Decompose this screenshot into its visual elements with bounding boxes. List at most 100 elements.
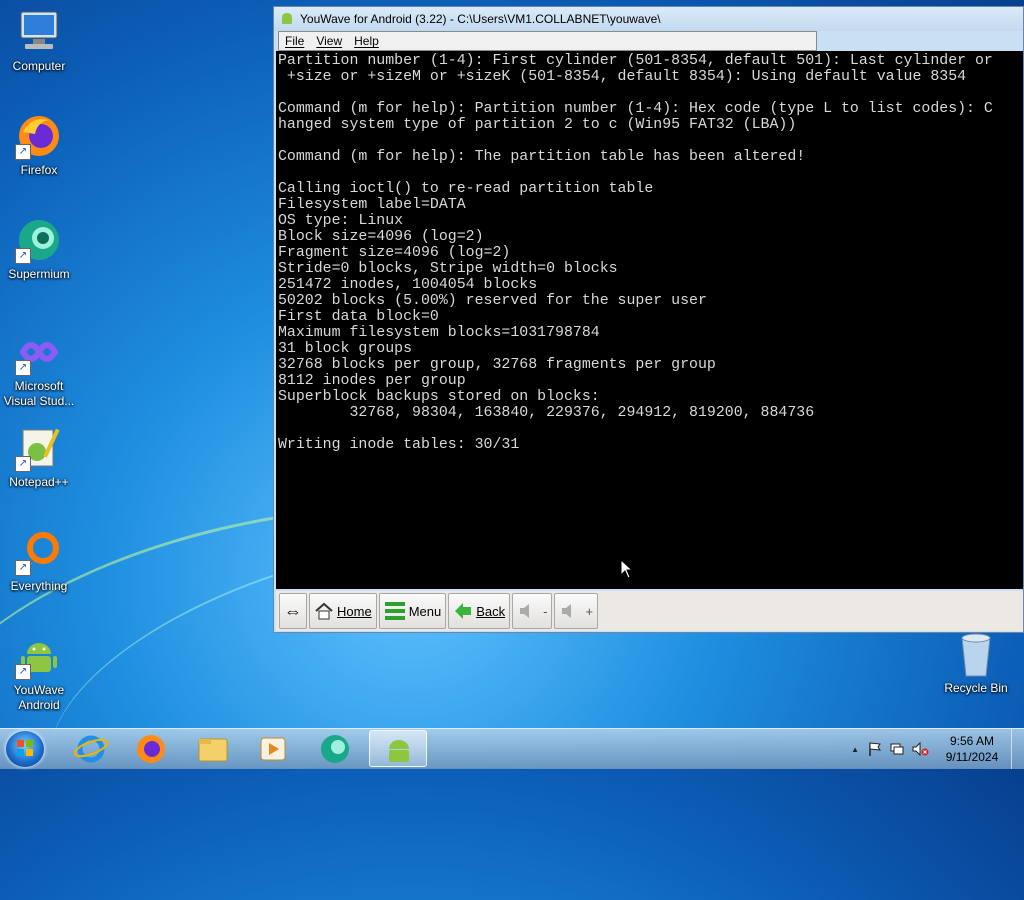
terminal-line: Partition number (1-4): First cylinder (… [278,53,993,69]
media-player-icon [260,737,286,761]
terminal-line: Fragment size=4096 (log=2) [278,245,511,261]
desktop-icon-label: Supermium [8,267,70,281]
notepadpp-icon: ↗ [15,424,63,472]
taskbar-clock[interactable]: 9:56 AM 9/11/2024 [933,733,1011,765]
rotate-button[interactable]: ⇔ [279,593,307,629]
show-desktop-button[interactable] [1011,729,1024,769]
menu-help[interactable]: Help [354,34,379,48]
visual-studio-icon: ↗ [15,328,63,376]
terminal-line: 32768 blocks per group, 32768 fragments … [278,357,716,373]
start-button[interactable] [6,731,44,767]
volume-down-label: - [543,603,548,619]
volume-down-button[interactable]: - [512,593,553,629]
youwave-window[interactable]: YouWave for Android (3.22) - C:\Users\VM… [273,6,1024,633]
back-button-label: Back [476,603,506,619]
terminal-line: First data block=0 [278,309,439,325]
menu-bar: File View Help [278,31,817,51]
desktop-icon-label: Firefox [20,163,58,177]
desktop-icon-recycle-bin[interactable]: Recycle Bin [938,632,1014,695]
recycle-bin-icon [961,633,991,677]
desktop-icon-label: Recycle Bin [944,681,1008,695]
rotate-icon: ⇔ [284,600,302,621]
everything-search-icon: ↗ [15,528,63,576]
terminal-line: Filesystem label=DATA [278,197,466,213]
terminal-line: Superblock backups stored on blocks: [278,389,600,405]
system-tray: ▲ 9:56 AM 9/11/2024 [851,729,1024,769]
taskbar-firefox[interactable] [122,730,180,767]
firefox-icon [137,735,165,763]
volume-up-button[interactable]: + [554,593,599,629]
desktop-icon-label: Microsoft [14,379,64,393]
folder-icon [198,738,228,762]
terminal-line: 31 block groups [278,341,413,357]
terminal-line: Block size=4096 (log=2) [278,229,484,245]
action-center-flag-icon[interactable] [867,741,883,757]
terminal-line: Command (m for help): Partition number (… [278,101,993,117]
desktop-icon-visual-studio[interactable]: ↗ Microsoft Visual Stud... [0,328,78,409]
mouse-cursor-icon [620,559,634,579]
desktop-icon-computer[interactable]: Computer [0,8,78,74]
desktop-icon-notepadpp[interactable]: ↗ Notepad++ [0,424,78,490]
emulator-toolbar: ⇔ Home Menu Back - + [276,591,1023,631]
volume-up-label: + [585,603,594,619]
taskbar-youwave[interactable] [369,730,427,767]
speaker-icon [562,604,572,618]
android-icon [282,13,292,24]
back-button[interactable]: Back [448,593,511,629]
terminal-line: 50202 blocks (5.00%) reserved for the su… [278,293,707,309]
desktop-icon-label: Computer [12,59,66,73]
shortcut-arrow-icon: ↗ [15,144,31,160]
supermium-icon: ↗ [15,216,63,264]
android-icon [389,740,409,762]
desktop-icon-label: Visual Stud... [3,394,75,408]
terminal-line: OS type: Linux [278,213,404,229]
clock-date: 9/11/2024 [945,750,999,764]
emulator-terminal-screen[interactable]: Partition number (1-4): First cylinder (… [276,51,1023,589]
android-icon: ↗ [15,632,63,680]
desktop-icon-youwave[interactable]: ↗ YouWave Android [0,632,78,713]
terminal-line: 251472 inodes, 1004054 blocks [278,277,538,293]
home-button-label: Home [337,603,372,619]
menu-list-icon [384,602,405,620]
terminal-line: Maximum filesystem blocks=1031798784 [278,325,600,341]
terminal-line: Writing inode tables: 30/31 [278,437,520,453]
show-hidden-icons-arrow[interactable]: ▲ [851,745,859,754]
volume-muted-icon[interactable] [911,741,929,757]
menu-file[interactable]: File [285,34,304,48]
home-icon [315,602,333,620]
taskbar-media-player[interactable] [244,730,302,767]
taskbar-file-explorer[interactable] [184,730,242,767]
menu-button-label: Menu [408,603,442,619]
menu-button[interactable]: Menu [378,593,447,629]
home-button[interactable]: Home [309,593,377,629]
terminal-line: 32768, 98304, 163840, 229376, 294912, 81… [278,405,815,421]
clock-time: 9:56 AM [949,734,995,748]
computer-icon [15,8,63,56]
window-titlebar[interactable]: YouWave for Android (3.22) - C:\Users\VM… [274,7,1023,31]
window-title: YouWave for Android (3.22) - C:\Users\VM… [300,12,661,26]
terminal-line: Command (m for help): The partition tabl… [278,149,806,165]
terminal-line: 8112 inodes per group [278,373,466,389]
shortcut-arrow-icon: ↗ [15,248,31,264]
desktop-icon-label: YouWave [13,683,65,697]
taskbar-internet-explorer[interactable] [62,730,120,767]
desktop-icon-firefox[interactable]: ↗ Firefox [0,112,78,178]
supermium-icon [321,735,349,763]
speaker-icon [520,604,530,618]
desktop-icon-supermium[interactable]: ↗ Supermium [0,216,78,282]
firefox-icon: ↗ [15,112,63,160]
terminal-line: Calling ioctl() to re-read partition tab… [278,181,654,197]
network-icon[interactable] [889,741,905,757]
internet-explorer-icon [73,735,109,763]
desktop-icon-label: Android [18,698,60,712]
taskbar-supermium[interactable] [306,730,364,767]
menu-view[interactable]: View [316,34,342,48]
shortcut-arrow-icon: ↗ [15,456,31,472]
taskbar: ▲ 9:56 AM 9/11/2024 [0,728,1024,769]
terminal-output: Partition number (1-4): First cylinder (… [276,51,1023,453]
desktop-icon-everything[interactable]: ↗ Everything [0,528,78,594]
